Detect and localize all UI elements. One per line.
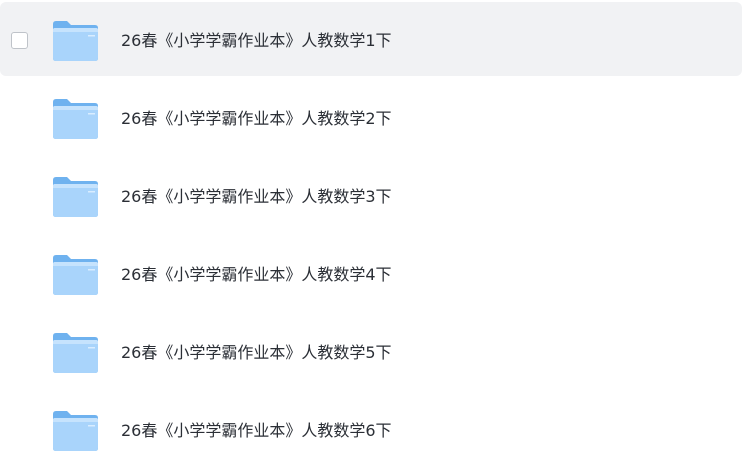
file-row[interactable]: 26春《小学学霸作业本》人教数学2下 bbox=[0, 80, 742, 154]
folder-icon bbox=[53, 411, 98, 451]
folder-icon bbox=[53, 333, 98, 373]
file-row[interactable]: 26春《小学学霸作业本》人教数学3下 bbox=[0, 158, 742, 232]
folder-icon bbox=[53, 21, 98, 61]
folder-name[interactable]: 26春《小学学霸作业本》人教数学5下 bbox=[121, 342, 392, 364]
folder-name[interactable]: 26春《小学学霸作业本》人教数学3下 bbox=[121, 186, 392, 208]
file-row[interactable]: 26春《小学学霸作业本》人教数学6下 bbox=[0, 392, 742, 466]
file-row[interactable]: 26春《小学学霸作业本》人教数学4下 bbox=[0, 236, 742, 310]
folder-icon bbox=[53, 255, 98, 295]
folder-icon bbox=[53, 99, 98, 139]
checkbox-icon[interactable] bbox=[11, 32, 28, 49]
folder-name[interactable]: 26春《小学学霸作业本》人教数学4下 bbox=[121, 264, 392, 286]
folder-name[interactable]: 26春《小学学霸作业本》人教数学2下 bbox=[121, 108, 392, 130]
folder-name[interactable]: 26春《小学学霸作业本》人教数学6下 bbox=[121, 420, 392, 442]
file-row[interactable]: 26春《小学学霸作业本》人教数学1下 bbox=[0, 2, 742, 76]
file-list: 26春《小学学霸作业本》人教数学1下 26春《小学学霸作业本》人教数学2下 26… bbox=[0, 0, 742, 467]
file-row[interactable]: 26春《小学学霸作业本》人教数学5下 bbox=[0, 314, 742, 388]
folder-icon bbox=[53, 177, 98, 217]
folder-name[interactable]: 26春《小学学霸作业本》人教数学1下 bbox=[121, 30, 392, 52]
